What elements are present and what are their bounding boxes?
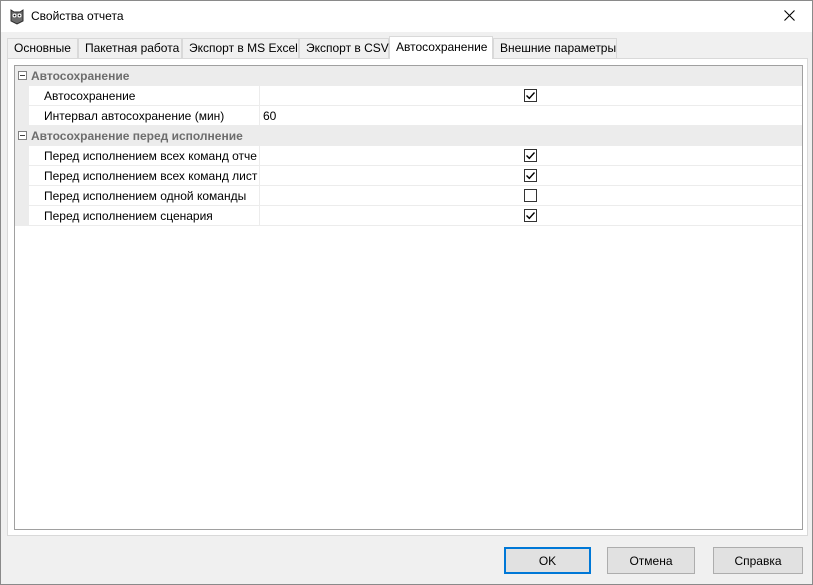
tab-external-params[interactable]: Внешние параметры — [493, 38, 617, 58]
close-button[interactable] — [766, 1, 812, 32]
property-value[interactable] — [260, 166, 802, 186]
tab-export-csv[interactable]: Экспорт в CSV — [299, 38, 389, 58]
app-owl-icon — [10, 8, 24, 25]
category-label: Автосохранение перед исполнение — [31, 129, 243, 143]
before-all-sheet-commands-checkbox[interactable] — [524, 169, 537, 182]
property-grid: Автосохранение Автосохранение Интервал а… — [14, 65, 803, 530]
property-name: Перед исполнением всех команд отче — [29, 146, 260, 166]
category-autosave[interactable]: Автосохранение — [15, 66, 802, 86]
property-name: Интервал автосохранение (мин) — [29, 106, 260, 126]
checkmark-icon — [526, 212, 536, 220]
property-name: Перед исполнением всех команд лист — [29, 166, 260, 186]
property-value[interactable] — [260, 186, 802, 206]
tab-batch[interactable]: Пакетная работа — [78, 38, 182, 58]
category-autosave-before-run[interactable]: Автосохранение перед исполнение — [15, 126, 802, 146]
interval-value-field[interactable]: 60 — [260, 106, 802, 126]
property-row-autosave[interactable]: Автосохранение — [15, 86, 802, 106]
cancel-button[interactable]: Отмена — [607, 547, 695, 574]
category-label: Автосохранение — [31, 69, 130, 83]
property-value[interactable] — [260, 206, 802, 226]
property-name: Автосохранение — [29, 86, 260, 106]
tab-export-excel[interactable]: Экспорт в MS Excel — [182, 38, 299, 58]
property-row-before-scenario[interactable]: Перед исполнением сценария — [15, 206, 802, 226]
property-row-interval[interactable]: Интервал автосохранение (мин) 60 — [15, 106, 802, 126]
ok-button[interactable]: OK — [504, 547, 591, 574]
tab-basic[interactable]: Основные — [7, 38, 78, 58]
property-row-before-all-report-commands[interactable]: Перед исполнением всех команд отче — [15, 146, 802, 166]
tab-autosave[interactable]: Автосохранение — [389, 36, 493, 59]
property-name: Перед исполнением сценария — [29, 206, 260, 226]
property-value[interactable] — [260, 86, 802, 106]
help-button[interactable]: Справка — [713, 547, 803, 574]
before-single-command-checkbox[interactable] — [524, 189, 537, 202]
checkmark-icon — [526, 172, 536, 180]
tab-panel: Автосохранение Автосохранение Интервал а… — [7, 58, 808, 536]
property-name: Перед исполнением одной команды — [29, 186, 260, 206]
collapse-icon[interactable] — [18, 71, 27, 80]
autosave-checkbox[interactable] — [524, 89, 537, 102]
property-row-before-single-command[interactable]: Перед исполнением одной команды — [15, 186, 802, 206]
checkmark-icon — [526, 92, 536, 100]
collapse-icon[interactable] — [18, 131, 27, 140]
title-bar: Свойства отчета — [1, 1, 812, 32]
property-row-before-all-sheet-commands[interactable]: Перед исполнением всех команд лист — [15, 166, 802, 186]
before-scenario-checkbox[interactable] — [524, 209, 537, 222]
tab-strip: Основные Пакетная работа Экспорт в MS Ex… — [7, 36, 807, 59]
property-value[interactable] — [260, 146, 802, 166]
properties-dialog: Свойства отчета Основные Пакетная работа… — [0, 0, 813, 585]
close-icon — [783, 9, 795, 24]
before-all-report-commands-checkbox[interactable] — [524, 149, 537, 162]
window-title: Свойства отчета — [31, 9, 124, 23]
checkmark-icon — [526, 152, 536, 160]
